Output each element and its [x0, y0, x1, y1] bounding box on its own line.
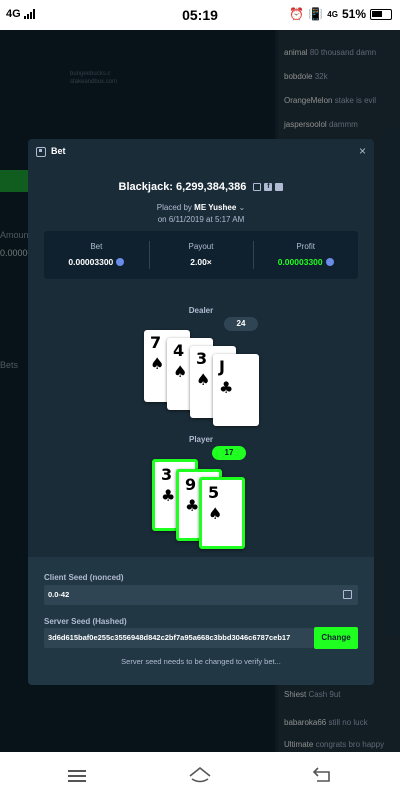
stat-label: Payout — [188, 242, 214, 251]
bet-stats: Bet 0.00003300 Payout 2.00× Profit 0.000… — [44, 231, 358, 279]
status-bar: 4G 05:19 ⏰ 📳 4G 51% — [0, 0, 400, 30]
facebook-icon[interactable]: f — [264, 183, 273, 192]
placed-by: Placed by ME Yushee ⌄ — [28, 203, 374, 212]
card-rank: 7 — [150, 333, 162, 352]
placed-by-prefix: Placed by — [156, 203, 192, 212]
client-seed-value: 0.0-42 — [48, 590, 70, 599]
close-icon[interactable]: × — [359, 144, 366, 158]
chevron-down-icon: ⌄ — [238, 203, 246, 212]
placed-on: on 6/11/2019 at 5:17 AM — [157, 215, 245, 224]
server-seed-label: Server Seed (Hashed) — [44, 617, 127, 626]
player-score: 17 — [212, 446, 246, 460]
placed-by-user[interactable]: ME Yushee — [194, 203, 236, 212]
card-suit-icon: ♣ — [185, 496, 200, 515]
vibrate-icon: 📳 — [308, 7, 324, 21]
copy-icon[interactable] — [343, 590, 352, 599]
status-icons: ⏰ 📳 4G 51% — [289, 7, 392, 21]
playing-card: J ♣ — [213, 354, 259, 426]
copy-icon[interactable] — [253, 183, 262, 192]
dealer-label: Dealer — [188, 306, 214, 315]
stat-label: Profit — [296, 242, 316, 251]
server-seed-field[interactable]: 3d6d615baf0e255c3556948d842c2bf7a95a668c… — [44, 628, 314, 648]
client-seed-field[interactable]: 0.0-42 — [44, 585, 358, 605]
client-seed-label: Client Seed (nonced) — [44, 573, 124, 582]
card-suit-icon: ♣ — [219, 378, 234, 397]
modal-header: Bet × — [28, 139, 374, 167]
stat-bet: Bet 0.00003300 — [44, 231, 149, 279]
dealer-score: 24 — [224, 317, 258, 331]
card-suit-icon: ♣ — [161, 486, 176, 505]
stat-value: 0.00003300 — [68, 257, 114, 267]
menu-icon[interactable] — [68, 770, 86, 782]
card-rank: 5 — [208, 483, 220, 502]
network-type-right: 4G — [327, 9, 338, 19]
card-rank: 4 — [173, 341, 185, 360]
game-title-text: Blackjack: 6,299,384,386 — [118, 181, 247, 193]
coin-icon — [325, 258, 334, 266]
card-rank: 3 — [196, 349, 208, 368]
back-icon[interactable] — [311, 766, 333, 784]
coin-icon — [116, 258, 125, 266]
stat-value: 0.00003300 — [277, 257, 323, 267]
card-suit-icon: ♠ — [150, 354, 165, 373]
stat-profit: Profit 0.00003300 — [253, 231, 358, 279]
alarm-icon: ⏰ — [289, 7, 305, 21]
twitter-icon[interactable] — [275, 183, 284, 192]
card-suit-icon: ♠ — [173, 362, 188, 381]
card-rank: 9 — [185, 475, 197, 494]
seed-note: Server seed needs to be changed to verif… — [121, 657, 281, 666]
player-label: Player — [188, 435, 214, 444]
modal-title: Bet — [51, 146, 66, 156]
card-suit-icon: ♠ — [196, 370, 211, 389]
battery-icon — [370, 8, 392, 20]
navigation-bar — [0, 752, 400, 800]
home-icon[interactable] — [188, 766, 212, 784]
server-seed-value: 3d6d615baf0e255c3556948d842c2bf7a95a668c… — [48, 633, 291, 642]
stat-value: 2.00× — [190, 257, 212, 267]
bet-icon — [36, 147, 46, 157]
card-rank: J — [219, 357, 225, 376]
bet-modal: Bet × Blackjack: 6,299,384,386 f Placed … — [28, 139, 374, 685]
playing-card: 5 ♠ — [199, 477, 245, 549]
card-suit-icon: ♠ — [208, 504, 223, 523]
stat-label: Bet — [90, 242, 103, 251]
stat-payout: Payout 2.00× — [148, 231, 254, 279]
card-rank: 3 — [161, 465, 173, 484]
change-seed-button[interactable]: Change — [314, 627, 358, 649]
game-title: Blackjack: 6,299,384,386 f — [28, 181, 374, 193]
battery-percent: 51% — [341, 7, 366, 21]
